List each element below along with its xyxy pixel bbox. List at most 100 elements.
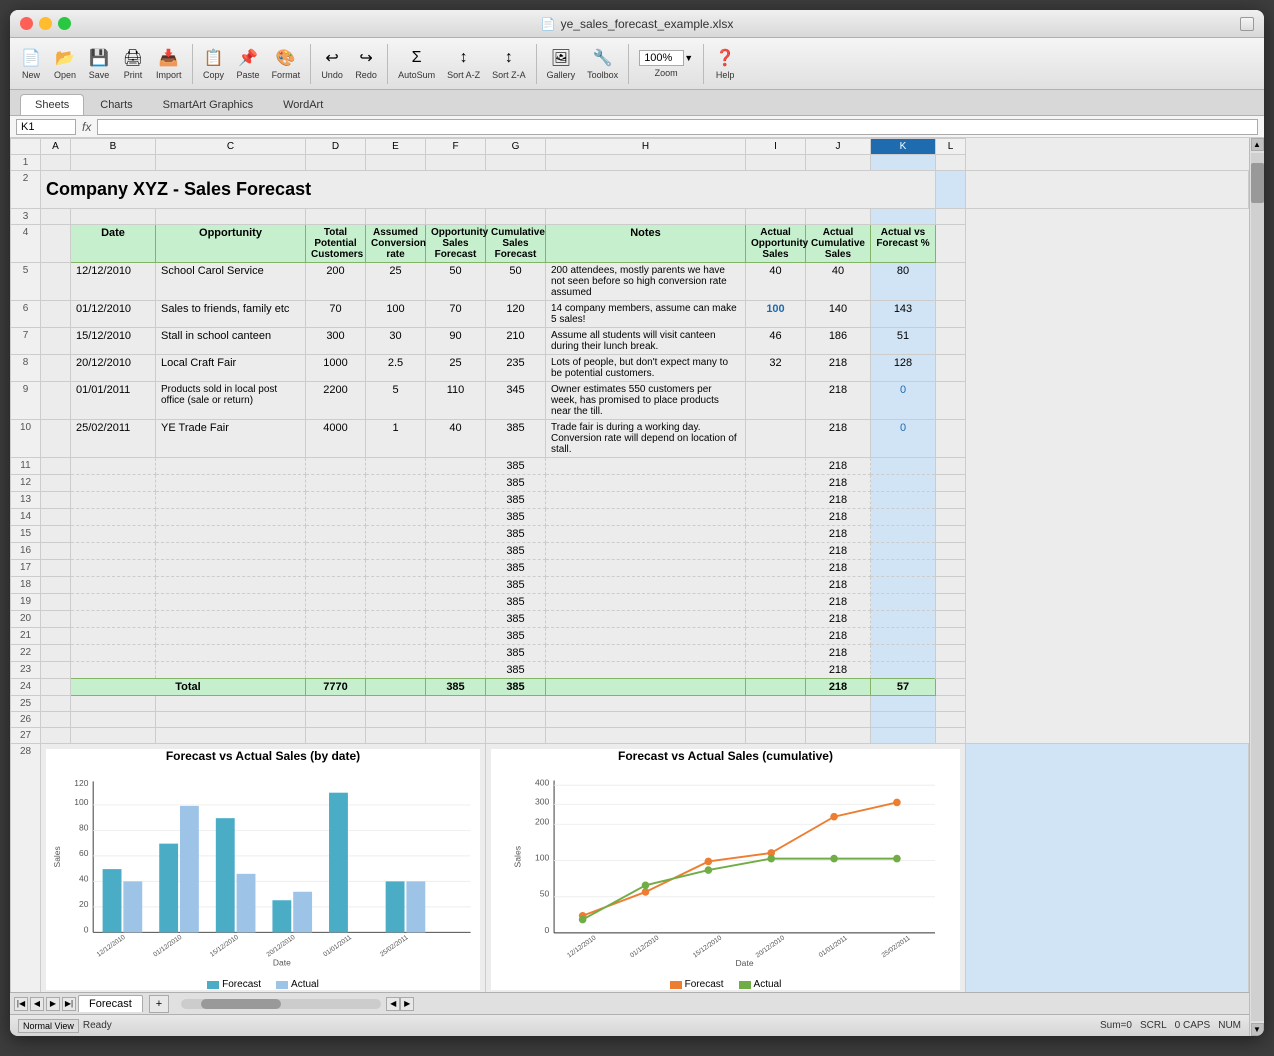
import-button[interactable]: 📥 Import (152, 45, 186, 82)
cell-date-6[interactable]: 01/12/2010 (71, 301, 156, 328)
cell-i1[interactable] (746, 155, 806, 171)
cell-c3[interactable] (156, 209, 306, 225)
cell-cum-7[interactable]: 210 (486, 328, 546, 355)
cell-fore-8[interactable]: 25 (426, 355, 486, 382)
sheet-tab-forecast[interactable]: Forecast (78, 995, 143, 1012)
col-header-c[interactable]: C (156, 139, 306, 155)
table-row[interactable]: 9 01/01/2011 Products sold in local post… (11, 382, 1249, 420)
cell-cust-7[interactable]: 300 (306, 328, 366, 355)
cell-notes-8[interactable]: Lots of people, but don't expect many to… (546, 355, 746, 382)
cell-avs-5[interactable]: 80 (871, 263, 936, 301)
cell-c1[interactable] (156, 155, 306, 171)
cell-k1[interactable] (871, 155, 936, 171)
cell-avs-9[interactable]: 0 (871, 382, 936, 420)
col-header-l[interactable]: L (936, 139, 966, 155)
cell-j3[interactable] (806, 209, 871, 225)
next-sheet-button[interactable]: ▶ (46, 997, 60, 1011)
cell-conv-10[interactable]: 1 (366, 420, 426, 458)
cell-aopp-6[interactable]: 100 (746, 301, 806, 328)
cell-cum-6[interactable]: 120 (486, 301, 546, 328)
sort-za-button[interactable]: ↕ Sort Z-A (488, 45, 530, 82)
cell-opp-8[interactable]: Local Craft Fair (156, 355, 306, 382)
cell-f3[interactable] (426, 209, 486, 225)
cell-date-9[interactable]: 01/01/2011 (71, 382, 156, 420)
help-button[interactable]: ❓ Help (710, 45, 740, 82)
cell-notes-5[interactable]: 200 attendees, mostly parents we have no… (546, 263, 746, 301)
table-row[interactable]: 10 25/02/2011 YE Trade Fair 4000 1 40 38… (11, 420, 1249, 458)
cell-d3[interactable] (306, 209, 366, 225)
cell-aopp-7[interactable]: 46 (746, 328, 806, 355)
cell-acum-6[interactable]: 140 (806, 301, 871, 328)
scroll-down-button[interactable]: ▼ (1251, 1023, 1264, 1036)
tab-smartart[interactable]: SmartArt Graphics (149, 95, 267, 115)
horizontal-scrollbar-thumb[interactable] (201, 999, 281, 1009)
cell-k2[interactable] (936, 171, 966, 209)
cell-acum-7[interactable]: 186 (806, 328, 871, 355)
cell-aopp-9[interactable] (746, 382, 806, 420)
minimize-button[interactable] (39, 17, 52, 30)
cell-i3[interactable] (746, 209, 806, 225)
col-header-b[interactable]: B (71, 139, 156, 155)
cell-notes-7[interactable]: Assume all students will visit canteen d… (546, 328, 746, 355)
last-sheet-button[interactable]: ▶| (62, 997, 76, 1011)
save-button[interactable]: 💾 Save (84, 45, 114, 82)
cell-d1[interactable] (306, 155, 366, 171)
first-sheet-button[interactable]: |◀ (14, 997, 28, 1011)
cell-l5[interactable] (936, 263, 966, 301)
cell-a5[interactable] (41, 263, 71, 301)
col-header-f[interactable]: F (426, 139, 486, 155)
toolbox-button[interactable]: 🔧 Toolbox (583, 45, 622, 82)
cell-fore-9[interactable]: 110 (426, 382, 486, 420)
cell-b1[interactable] (71, 155, 156, 171)
cell-cust-10[interactable]: 4000 (306, 420, 366, 458)
cell-fore-5[interactable]: 50 (426, 263, 486, 301)
open-button[interactable]: 📂 Open (50, 45, 80, 82)
cell-opp-5[interactable]: School Carol Service (156, 263, 306, 301)
scroll-track[interactable] (1251, 153, 1264, 1021)
cell-conv-9[interactable]: 5 (366, 382, 426, 420)
cell-date-5[interactable]: 12/12/2010 (71, 263, 156, 301)
cell-g3[interactable] (486, 209, 546, 225)
col-header-g[interactable]: G (486, 139, 546, 155)
cell-aopp-5[interactable]: 40 (746, 263, 806, 301)
cell-h3[interactable] (546, 209, 746, 225)
col-header-a[interactable]: A (41, 139, 71, 155)
name-box[interactable] (16, 119, 76, 135)
cell-e1[interactable] (366, 155, 426, 171)
table-row[interactable]: 5 12/12/2010 School Carol Service 200 25… (11, 263, 1249, 301)
format-button[interactable]: 🎨 Format (268, 45, 305, 82)
tab-charts[interactable]: Charts (86, 95, 146, 115)
window-controls[interactable] (20, 17, 71, 30)
cell-conv-7[interactable]: 30 (366, 328, 426, 355)
cell-avs-10[interactable]: 0 (871, 420, 936, 458)
cell-l4[interactable] (936, 225, 966, 263)
cell-l2[interactable] (966, 171, 1249, 209)
cell-l7[interactable] (936, 328, 966, 355)
paste-button[interactable]: 📌 Paste (233, 45, 264, 82)
cell-a4[interactable] (41, 225, 71, 263)
cell-acum-10[interactable]: 218 (806, 420, 871, 458)
cell-fore-6[interactable]: 70 (426, 301, 486, 328)
cell-h1[interactable] (546, 155, 746, 171)
cell-b3[interactable] (71, 209, 156, 225)
maximize-button[interactable] (58, 17, 71, 30)
cell-acum-9[interactable]: 218 (806, 382, 871, 420)
cell-opp-7[interactable]: Stall in school canteen (156, 328, 306, 355)
cell-a6[interactable] (41, 301, 71, 328)
cell-date-10[interactable]: 25/02/2011 (71, 420, 156, 458)
cell-cum-8[interactable]: 235 (486, 355, 546, 382)
cell-cum-10[interactable]: 385 (486, 420, 546, 458)
vertical-scrollbar[interactable]: ▲ ▼ (1249, 138, 1264, 1036)
cell-fore-7[interactable]: 90 (426, 328, 486, 355)
prev-sheet-button[interactable]: ◀ (30, 997, 44, 1011)
sort-az-button[interactable]: ↕ Sort A-Z (443, 45, 484, 82)
cell-fore-10[interactable]: 40 (426, 420, 486, 458)
cell-g1[interactable] (486, 155, 546, 171)
col-header-j[interactable]: J (806, 139, 871, 155)
cell-a7[interactable] (41, 328, 71, 355)
cell-notes-10[interactable]: Trade fair is during a working day. Conv… (546, 420, 746, 458)
cell-notes-6[interactable]: 14 company members, assume can make 5 sa… (546, 301, 746, 328)
cell-f1[interactable] (426, 155, 486, 171)
cell-acum-8[interactable]: 218 (806, 355, 871, 382)
add-sheet-button[interactable]: + (149, 995, 169, 1013)
